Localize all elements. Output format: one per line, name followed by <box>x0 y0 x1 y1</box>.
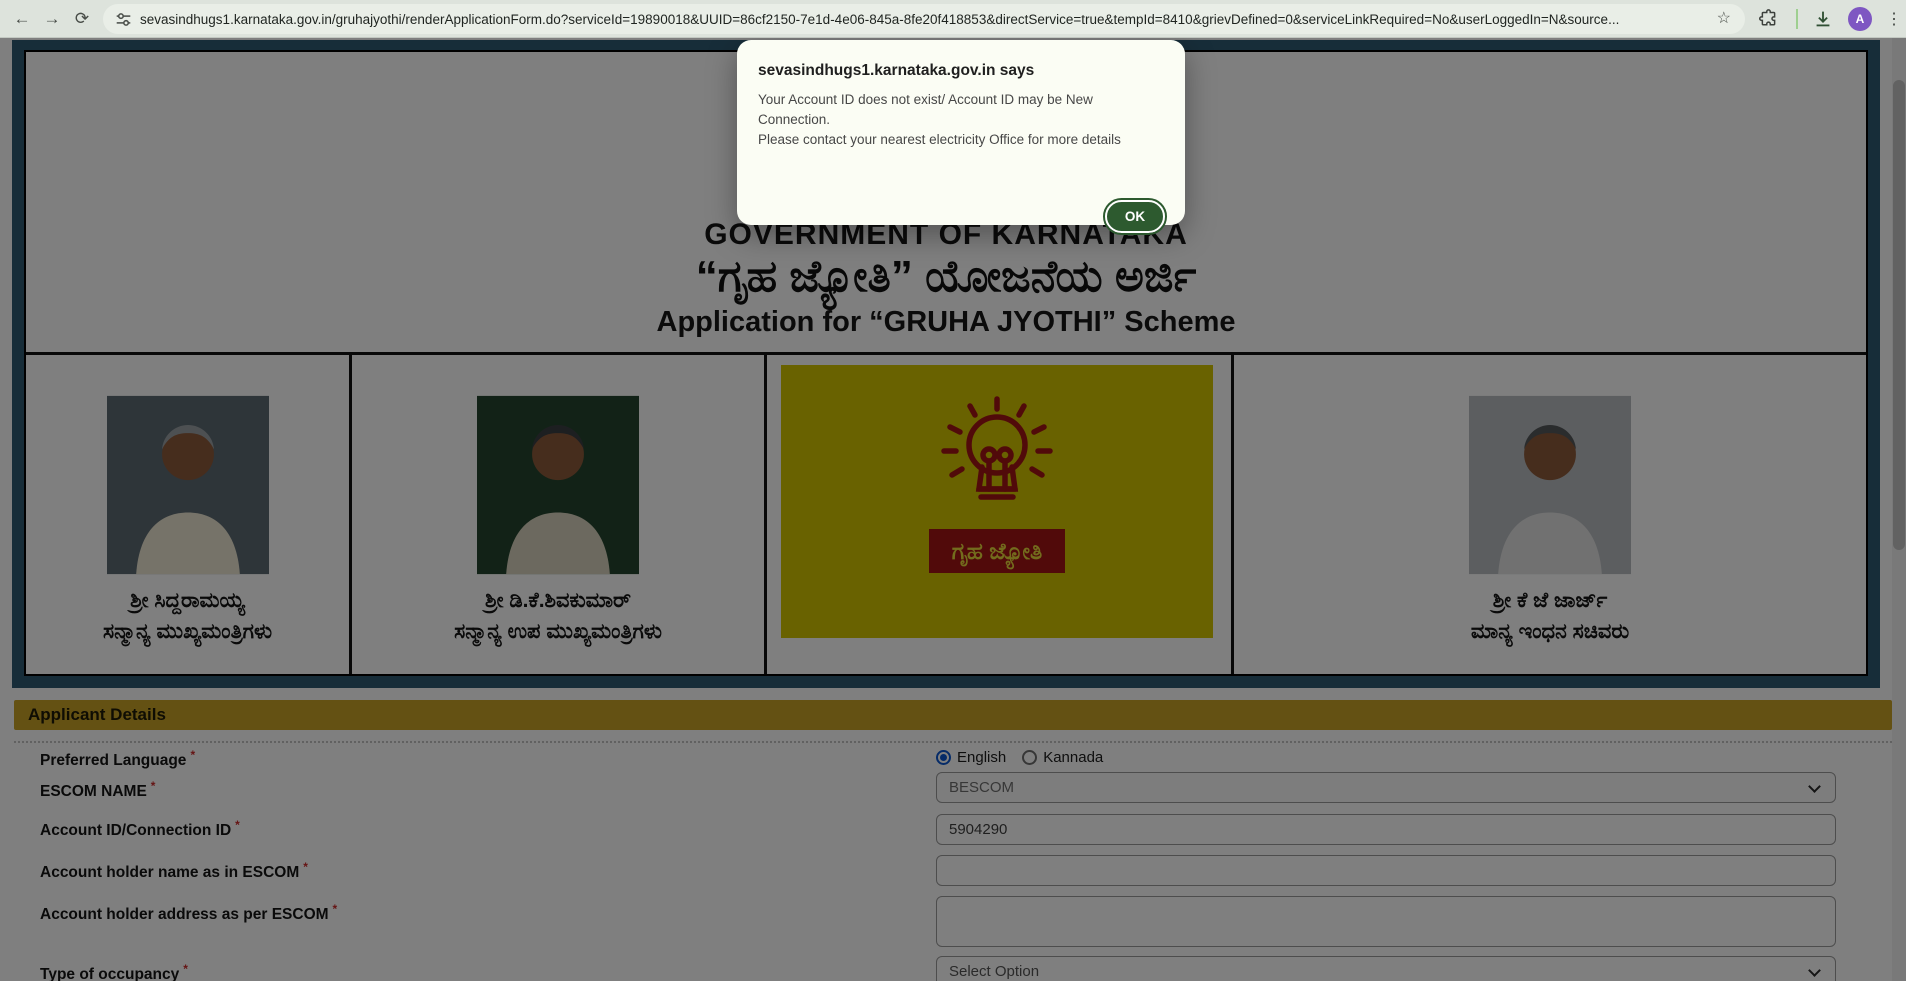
alert-dialog: sevasindhugs1.karnataka.gov.in says Your… <box>737 40 1185 235</box>
alert-message-line1: Your Account ID does not exist/ Account … <box>758 92 1093 127</box>
alert-title: sevasindhugs1.karnataka.gov.in says <box>758 62 1035 79</box>
forward-icon: → <box>43 9 61 28</box>
url-bar[interactable]: sevasindhugs1.karnataka.gov.in/gruhajyot… <box>103 4 1745 34</box>
downloads-button[interactable] <box>1812 0 1834 38</box>
reload-icon: ⟳ <box>74 9 90 28</box>
forward-button[interactable]: → <box>38 5 66 33</box>
site-settings-icon[interactable] <box>115 11 132 28</box>
url-text: sevasindhugs1.karnataka.gov.in/gruhajyot… <box>140 11 1620 27</box>
puzzle-icon <box>1759 8 1776 25</box>
three-dots-icon: ⋮ <box>1886 11 1902 28</box>
avatar-letter: A <box>1855 12 1865 26</box>
browser-window: ← → ⟳ sevasindhugs1.karnataka.gov.in/gru… <box>0 0 1906 981</box>
extensions-button[interactable] <box>1758 0 1779 38</box>
profile-avatar[interactable]: A <box>1848 0 1872 38</box>
alert-message: Your Account ID does not exist/ Account … <box>758 90 1158 150</box>
bookmark-star-icon[interactable]: ☆ <box>1717 8 1731 28</box>
toolbar-separator <box>1796 9 1798 29</box>
back-button[interactable]: ← <box>8 5 36 33</box>
reload-button[interactable]: ⟳ <box>68 5 96 33</box>
browser-toolbar: ← → ⟳ sevasindhugs1.karnataka.gov.in/gru… <box>0 0 1906 38</box>
ok-button[interactable]: OK <box>1103 198 1167 235</box>
alert-message-line2: Please contact your nearest electricity … <box>758 132 1121 147</box>
download-icon <box>1816 11 1830 27</box>
back-icon: ← <box>13 9 31 28</box>
browser-menu-button[interactable]: ⋮ <box>1886 0 1902 38</box>
